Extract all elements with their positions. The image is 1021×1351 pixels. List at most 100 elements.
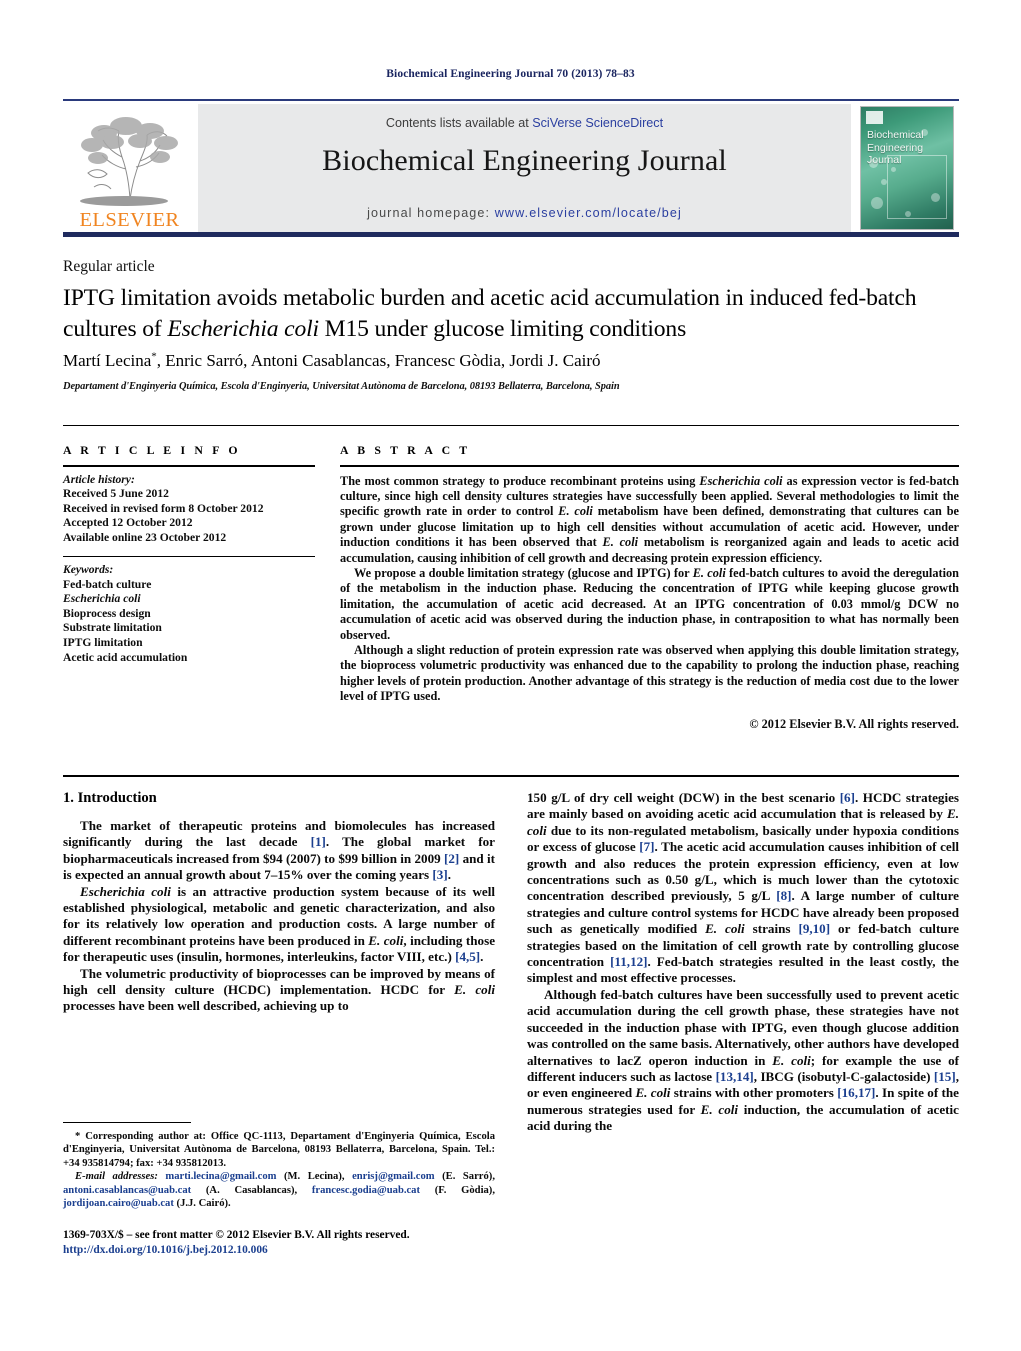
- abstract-paragraph-3: Although a slight reduction of protein e…: [340, 643, 959, 704]
- abs-p1-a: The most common strategy to produce reco…: [340, 473, 700, 488]
- imprint-block: 1369-703X/$ – see front matter © 2012 El…: [63, 1228, 533, 1258]
- keyword-item: IPTG limitation: [63, 635, 143, 649]
- r2-c: , IBCG (isobutyl-C-galactoside): [753, 1068, 934, 1084]
- authors-text: Martí Lecina*, Enric Sarró, Antoni Casab…: [63, 350, 601, 370]
- intro-paragraph-3: The volumetric productivity of bioproces…: [63, 966, 495, 1015]
- r2-i2: E. coli: [635, 1085, 671, 1101]
- citation-ref[interactable]: [13,14]: [716, 1069, 754, 1084]
- citation-ref[interactable]: [15]: [934, 1069, 956, 1084]
- abstract-heading: A B S T R A C T: [340, 443, 471, 457]
- citation-ref[interactable]: [9,10]: [798, 921, 830, 936]
- keyword-item: Fed-batch culture: [63, 577, 152, 591]
- band-bottom-rule: [63, 775, 959, 778]
- citation-ref[interactable]: [6]: [840, 790, 855, 805]
- email-link[interactable]: enrisj@gmail.com: [352, 1171, 435, 1182]
- citation-ref[interactable]: [4,5]: [455, 949, 480, 964]
- p3-italic: E. coli: [454, 982, 495, 998]
- footnote-rule: [63, 1122, 191, 1124]
- email-owner: (J.J. Cairó).: [173, 1198, 231, 1210]
- history-item: Received in revised form 8 October 2012: [63, 501, 264, 515]
- running-head: Biochemical Engineering Journal 70 (2013…: [386, 68, 635, 80]
- abs-p1-i3: E. coli: [602, 535, 639, 550]
- citation-ref[interactable]: [3]: [432, 867, 447, 882]
- intro-right-paragraph-2: Although fed-batch cultures have been su…: [527, 987, 959, 1135]
- cover-title-line-2: Engineering: [867, 141, 924, 154]
- cover-publisher-mark-icon: [866, 111, 883, 124]
- elsevier-logo: ELSEVIER: [63, 104, 196, 232]
- article-history-block: Article history: Received 5 June 2012 Re…: [63, 467, 315, 546]
- email-owner: (E. Sarró),: [434, 1171, 495, 1183]
- r1-a: 150 g/L of dry cell weight (DCW) in the …: [527, 790, 840, 805]
- elsevier-tree-icon: [79, 116, 178, 206]
- abs-p1-i1: Escherichia coli: [699, 473, 783, 488]
- journal-cover-thumbnail: Biochemical Engineering Journal: [855, 104, 959, 232]
- issn-front-matter: 1369-703X/$ – see front matter © 2012 El…: [63, 1229, 410, 1241]
- sciencedirect-link[interactable]: SciVerse ScienceDirect: [532, 116, 663, 130]
- p3-b: processes have been well described, achi…: [63, 998, 349, 1014]
- p1-d: .: [447, 867, 451, 883]
- email-label: E-mail addresses:: [75, 1171, 158, 1183]
- journal-homepage-line: journal homepage: www.elsevier.com/locat…: [198, 206, 851, 220]
- r1-f: strains: [744, 921, 799, 937]
- bubble-decor: [905, 211, 911, 217]
- article-info-column: A R T I C L E I N F O Article history: R…: [63, 443, 315, 665]
- email-owner: (F. Gòdia),: [420, 1184, 495, 1196]
- author-list: Martí Lecina*, Enric Sarró, Antoni Casab…: [63, 350, 963, 371]
- journal-homepage-link[interactable]: www.elsevier.com/locate/bej: [495, 206, 682, 220]
- abstract-paragraph-2: We propose a double limitation strategy …: [340, 566, 959, 643]
- cover-title-text: Biochemical Engineering Journal: [867, 129, 924, 167]
- history-item: Accepted 12 October 2012: [63, 516, 193, 530]
- article-type-label: Regular article: [63, 258, 155, 275]
- corresponding-author-marker: *: [151, 350, 157, 362]
- bubble-decor: [871, 197, 883, 209]
- abs-p2-a: We propose a double limitation strategy …: [354, 566, 693, 581]
- email-owner: (A. Casablancas),: [191, 1184, 312, 1196]
- doi-link[interactable]: http://dx.doi.org/10.1016/j.bej.2012.10.…: [63, 1243, 533, 1258]
- abstract-body: The most common strategy to produce reco…: [340, 467, 959, 733]
- citation-ref[interactable]: [2]: [444, 851, 459, 866]
- r2-i1: E. coli: [772, 1052, 811, 1068]
- article-history-label: Article history:: [63, 472, 135, 486]
- p2-c: .: [480, 949, 484, 965]
- keywords-label: Keywords:: [63, 562, 114, 576]
- cover-title-line-1: Biochemical: [867, 129, 924, 141]
- history-item: Available online 23 October 2012: [63, 530, 227, 544]
- citation-ref[interactable]: [16,17]: [837, 1085, 875, 1100]
- cover-title-line-3: Journal: [867, 154, 902, 166]
- affiliation: Departament d'Enginyeria Química, Escola…: [63, 381, 620, 392]
- abstract-column: A B S T R A C T The most common strategy…: [340, 443, 959, 732]
- copyright-line: © 2012 Elsevier B.V. All rights reserved…: [749, 716, 959, 731]
- citation-ref[interactable]: [7]: [639, 839, 654, 854]
- r2-i3: E. coli: [700, 1101, 739, 1117]
- email-addresses-note: E-mail addresses: marti.lecina@gmail.com…: [63, 1170, 495, 1210]
- masthead-center-panel: Contents lists available at SciVerse Sci…: [198, 104, 851, 232]
- p3-a: The volumetric productivity of bioproces…: [63, 965, 495, 998]
- abs-p2-i1: E. coli: [692, 566, 726, 581]
- article-info-heading: A R T I C L E I N F O: [63, 443, 241, 457]
- citation-ref[interactable]: [8]: [776, 888, 791, 903]
- contents-prefix: Contents lists available at: [385, 116, 533, 130]
- journal-article-page: Biochemical Engineering Journal 70 (2013…: [0, 0, 1021, 1351]
- body-column-right: 150 g/L of dry cell weight (DCW) in the …: [527, 790, 959, 1135]
- elsevier-wordmark: ELSEVIER: [79, 208, 180, 231]
- p2-italic2: E. coli: [368, 932, 404, 948]
- introduction-right-text: 150 g/L of dry cell weight (DCW) in the …: [527, 790, 959, 1135]
- citation-ref[interactable]: [1]: [311, 834, 326, 849]
- band-top-rule: [63, 425, 959, 426]
- email-link[interactable]: francesc.godia@uab.cat: [312, 1185, 420, 1196]
- contents-available-line: Contents lists available at SciVerse Sci…: [198, 116, 851, 130]
- email-link[interactable]: marti.lecina@gmail.com: [165, 1171, 276, 1182]
- keyword-item: Escherichia coli: [63, 592, 141, 606]
- section-heading-introduction: 1. Introduction: [63, 790, 157, 806]
- email-link[interactable]: jordijoan.cairo@uab.cat: [63, 1198, 174, 1209]
- bubble-decor: [881, 179, 887, 185]
- bubble-decor: [891, 167, 896, 172]
- email-owner: (M. Lecina),: [276, 1171, 353, 1183]
- journal-title: Biochemical Engineering Journal: [322, 144, 727, 177]
- citation-ref[interactable]: [11,12]: [610, 954, 647, 969]
- intro-right-paragraph-1: 150 g/L of dry cell weight (DCW) in the …: [527, 790, 959, 987]
- email-link[interactable]: antoni.casablancas@uab.cat: [63, 1185, 191, 1196]
- abs-p1-i2: E. coli: [558, 504, 593, 519]
- introduction-left-text: The market of therapeutic proteins and b…: [63, 818, 495, 1015]
- journal-masthead: ELSEVIER Contents lists available at Sci…: [63, 99, 959, 232]
